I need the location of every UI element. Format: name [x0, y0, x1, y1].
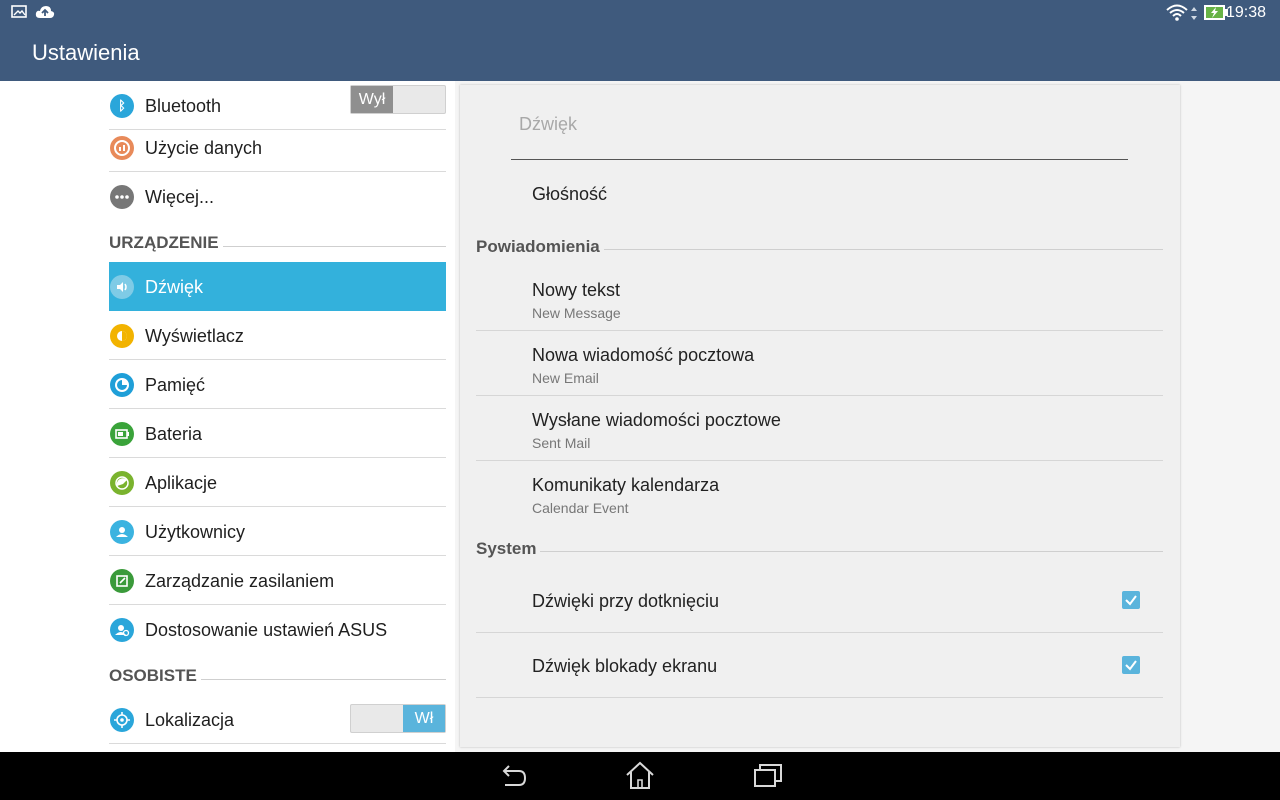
settings-item-label: Więcej... — [145, 187, 215, 207]
gallery-notification-icon — [11, 5, 27, 18]
section-line — [476, 551, 1163, 552]
storage-icon — [110, 373, 134, 397]
power-management-icon — [110, 569, 134, 593]
touch-sounds-checkbox[interactable] — [1122, 591, 1140, 609]
asus-settings-icon — [110, 618, 134, 642]
data-usage-icon — [110, 136, 134, 160]
section-title: Powiadomienia — [476, 237, 604, 257]
section-device: URZĄDZENIE — [109, 233, 446, 253]
section-title: URZĄDZENIE — [109, 233, 223, 253]
screen-lock-sound-row[interactable]: Dźwięk blokady ekranu — [476, 633, 1163, 698]
divider — [109, 743, 446, 744]
settings-item-display[interactable]: Wyświetlacz — [109, 311, 446, 360]
back-icon[interactable] — [495, 760, 529, 792]
battery-icon — [110, 422, 134, 446]
divider — [476, 697, 1163, 698]
row-title: Komunikaty kalendarza — [532, 475, 720, 495]
settings-list: ᛒ Bluetooth Wył Użycie danych Więcej... … — [0, 81, 455, 752]
sound-icon — [110, 275, 134, 299]
row-title: Nowa wiadomość pocztowa — [532, 345, 755, 365]
settings-item-label: Bluetooth — [145, 96, 222, 116]
touch-sounds-row[interactable]: Dźwięki przy dotknięciu — [476, 568, 1163, 633]
notification-sound-new-message[interactable]: Nowy tekst New Message — [476, 266, 1163, 331]
settings-item-power-management[interactable]: Zarządzanie zasilaniem — [109, 556, 446, 605]
settings-item-location[interactable]: Lokalizacja Wł — [109, 695, 446, 744]
row-title: Dźwięki przy dotknięciu — [532, 591, 720, 611]
toggle-knob-on: Wł — [403, 705, 445, 732]
toggle-knob-off: Wył — [351, 86, 393, 113]
notification-sound-calendar-event[interactable]: Komunikaty kalendarza Calendar Event — [476, 461, 1163, 519]
bluetooth-toggle[interactable]: Wył — [350, 85, 446, 114]
settings-item-label: Aplikacje — [145, 473, 218, 493]
system-section: System — [476, 539, 1163, 559]
notifications-section: Powiadomienia — [476, 237, 1163, 257]
settings-item-label: Użytkownicy — [145, 522, 246, 542]
clock: 19:38 — [1225, 4, 1266, 21]
status-bar: 19:38 — [0, 0, 1280, 26]
settings-item-apps[interactable]: Aplikacje — [109, 458, 446, 507]
row-subtitle: New Message — [532, 305, 621, 321]
settings-item-label: Dostosowanie ustawień ASUS — [145, 620, 388, 640]
action-bar: Ustawienia — [0, 26, 1280, 81]
settings-item-label: Wyświetlacz — [145, 326, 244, 346]
notification-sound-new-email[interactable]: Nowa wiadomość pocztowa New Email — [476, 331, 1163, 396]
users-icon — [110, 520, 134, 544]
settings-item-asus-customized[interactable]: Dostosowanie ustawień ASUS — [109, 605, 446, 654]
settings-item-label: Bateria — [145, 424, 203, 444]
location-toggle[interactable]: Wł — [350, 704, 446, 733]
screen-lock-sound-checkbox[interactable] — [1122, 656, 1140, 674]
settings-item-label: Dźwięk — [145, 277, 204, 297]
settings-item-label: Lokalizacja — [145, 710, 235, 730]
settings-item-users[interactable]: Użytkownicy — [109, 507, 446, 556]
recent-apps-icon[interactable] — [751, 760, 785, 792]
location-icon — [110, 708, 134, 732]
title-underline — [511, 159, 1128, 160]
cloud-upload-icon — [35, 6, 55, 18]
settings-item-battery[interactable]: Bateria — [109, 409, 446, 458]
row-title: Wysłane wiadomości pocztowe — [532, 410, 781, 430]
bluetooth-icon: ᛒ — [110, 94, 134, 118]
app-title: Ustawienia — [32, 40, 140, 65]
display-icon — [110, 324, 134, 348]
row-subtitle: New Email — [532, 370, 599, 386]
settings-item-storage[interactable]: Pamięć — [109, 360, 446, 409]
settings-item-label: Zarządzanie zasilaniem — [145, 571, 335, 591]
notification-sound-sent-mail[interactable]: Wysłane wiadomości pocztowe Sent Mail — [476, 396, 1163, 461]
panel-title: Dźwięk — [519, 114, 578, 134]
section-title: System — [476, 539, 541, 559]
row-subtitle: Sent Mail — [532, 435, 591, 451]
settings-item-label: Użycie danych — [145, 138, 263, 158]
navigation-bar — [0, 752, 1280, 800]
settings-item-data-usage[interactable]: Użycie danych — [109, 123, 446, 172]
volume-row[interactable]: Głośność — [476, 165, 1163, 223]
settings-item-sound[interactable]: Dźwięk — [109, 262, 446, 311]
row-title: Dźwięk blokady ekranu — [532, 656, 718, 676]
row-title: Nowy tekst — [532, 280, 621, 300]
section-personal: OSOBISTE — [109, 666, 446, 686]
volume-label: Głośność — [532, 184, 608, 204]
settings-item-more[interactable]: Więcej... — [109, 172, 446, 221]
apps-icon — [110, 471, 134, 495]
sound-settings-panel: Dźwięk Głośność Powiadomienia Nowy tekst… — [460, 85, 1180, 747]
more-icon — [110, 185, 134, 209]
wifi-icon — [1166, 4, 1188, 21]
home-icon[interactable] — [623, 760, 657, 792]
data-transfer-icon — [1191, 7, 1197, 20]
row-subtitle: Calendar Event — [532, 500, 629, 516]
settings-item-label: Pamięć — [145, 375, 206, 395]
section-title: OSOBISTE — [109, 666, 201, 686]
